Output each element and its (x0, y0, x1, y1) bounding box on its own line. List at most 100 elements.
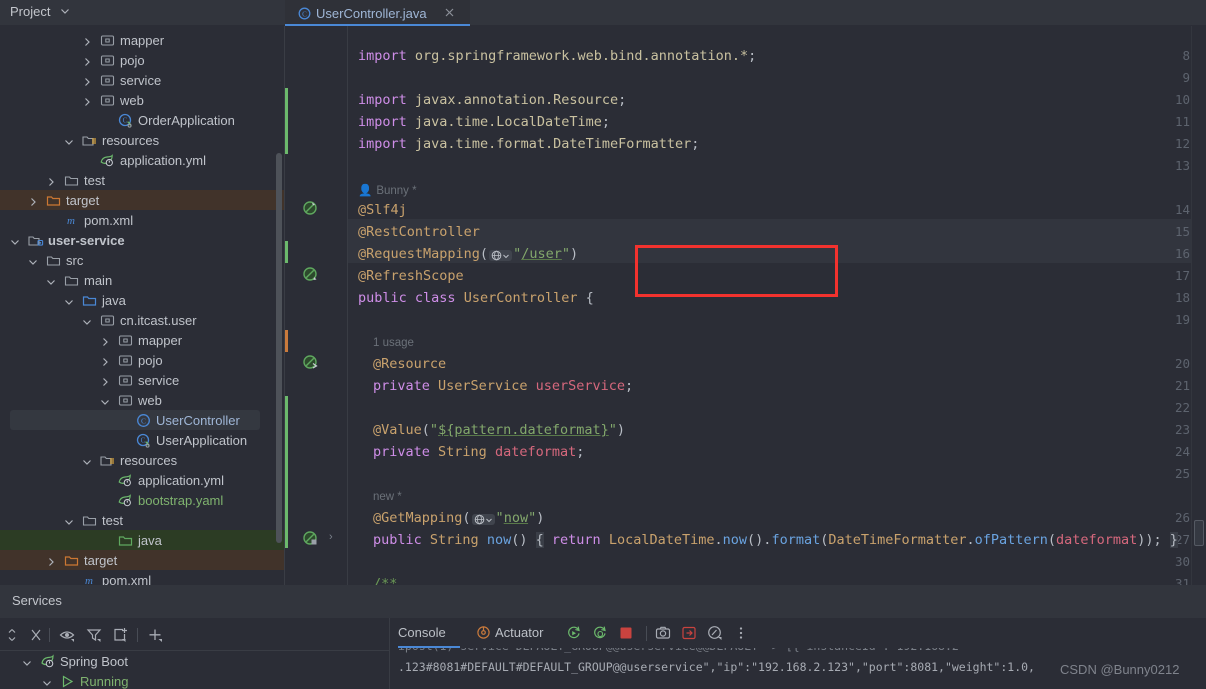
chevron-right-icon[interactable] (82, 35, 92, 46)
tree-item-userapplication[interactable]: C UserApplication (0, 430, 285, 450)
run-icon (60, 674, 75, 689)
code-line[interactable]: import javax.annotation.Resource; (358, 92, 626, 108)
editor-tab-usercontroller[interactable]: C UserController.java (285, 0, 470, 26)
tree-item-cn-itcast-user[interactable]: cn.itcast.user (0, 310, 285, 330)
tab-actuator[interactable]: Actuator (495, 625, 543, 640)
tree-item-main[interactable]: main (0, 270, 285, 290)
tree-item-usercontroller[interactable]: C UserController (10, 410, 260, 430)
chevron-right-icon[interactable] (46, 175, 56, 186)
project-menu-label[interactable]: Project (10, 4, 50, 19)
rerun-icon[interactable] (566, 625, 582, 641)
code-content[interactable]: 8 import org.springframework.web.bind.ann… (285, 26, 1206, 585)
tree-item-target[interactable]: target (0, 190, 285, 210)
code-editor[interactable]: › 8 import org.springframework.web.bind.a… (285, 26, 1206, 585)
code-line[interactable]: @Value("${pattern.dateformat}") (373, 422, 625, 438)
tree-item-pojo[interactable]: pojo (0, 50, 285, 70)
code-line[interactable]: import org.springframework.web.bind.anno… (358, 48, 756, 64)
tree-item-mapper[interactable]: mapper (0, 30, 285, 50)
tree-item-mapper[interactable]: mapper (0, 330, 285, 350)
show-icon[interactable] (59, 627, 75, 643)
console-output-line: ipost(1) service DEFAULT_GROUP@@userserv… (398, 648, 959, 653)
chevron-right-icon[interactable] (100, 355, 110, 366)
chevron-down-icon[interactable] (64, 515, 74, 525)
tree-item-test[interactable]: test (0, 170, 285, 190)
chevron-down-icon[interactable] (28, 255, 38, 265)
close-all-icon[interactable] (28, 627, 44, 643)
services-toolbar[interactable] (0, 618, 390, 651)
project-tree-panel[interactable]: mapper pojo service web C OrderApplication res… (0, 26, 285, 585)
services-tree[interactable]: Spring Boot Running (0, 651, 390, 689)
tree-item-java[interactable]: java (0, 530, 285, 550)
tree-item-user-service[interactable]: user-service (0, 230, 285, 250)
service-node-running[interactable]: Running (0, 671, 390, 689)
screenshot-icon[interactable] (655, 625, 671, 641)
chevron-down-icon[interactable] (82, 455, 92, 465)
tree-item-target[interactable]: target (0, 550, 285, 570)
tree-item-pojo[interactable]: pojo (0, 350, 285, 370)
tab-console[interactable]: Console (398, 625, 446, 640)
code-line[interactable]: @GetMapping("now") (373, 510, 544, 526)
web-endpoint-inlay-icon[interactable] (471, 514, 495, 525)
more-options-icon[interactable] (733, 625, 749, 641)
chevron-down-icon[interactable] (64, 135, 74, 145)
tree-item-service[interactable]: service (0, 70, 285, 90)
project-tree-scrollbar[interactable] (276, 153, 282, 543)
tree-item-label: web (138, 392, 162, 408)
tree-item-pom-xml[interactable]: m pom.xml (0, 210, 285, 230)
close-icon[interactable] (444, 6, 456, 18)
tree-item-bootstrap-yaml[interactable]: bootstrap.yaml (0, 490, 285, 510)
tree-item-java[interactable]: java (0, 290, 285, 310)
code-line[interactable]: private String dateformat; (373, 444, 584, 460)
filter-icon[interactable] (86, 627, 102, 643)
chevron-right-icon[interactable] (82, 75, 92, 86)
chevron-down-icon[interactable] (46, 275, 56, 285)
chevron-down-icon[interactable] (64, 295, 74, 305)
chevron-right-icon[interactable] (100, 375, 110, 386)
dashboard-icon[interactable] (707, 625, 723, 641)
code-line[interactable]: /** (373, 576, 397, 585)
code-line[interactable]: import java.time.LocalDateTime; (358, 114, 610, 130)
service-node-spring-boot[interactable]: Spring Boot (0, 651, 390, 671)
code-line[interactable]: @RefreshScope (358, 268, 464, 284)
tree-item-web[interactable]: web (0, 390, 285, 410)
code-line[interactable]: @RestController (358, 224, 480, 240)
tree-item-service[interactable]: service (0, 370, 285, 390)
code-line[interactable]: public String now() { return LocalDateTi… (373, 532, 1178, 548)
web-endpoint-inlay-icon[interactable] (489, 250, 513, 261)
export-icon[interactable] (681, 625, 697, 641)
code-line[interactable]: @Resource (373, 356, 446, 372)
tree-item-test[interactable]: test (0, 510, 285, 530)
stop-icon[interactable] (618, 625, 634, 641)
tree-item-label: application.yml (138, 472, 224, 488)
editor-marker-bar[interactable] (1192, 26, 1206, 585)
expand-collapse-icon[interactable] (4, 627, 20, 643)
tree-item-pom-xml[interactable]: m pom.xml (0, 570, 285, 586)
chevron-right-icon[interactable] (82, 55, 92, 66)
tree-item-orderapplication[interactable]: C OrderApplication (0, 110, 285, 130)
code-line[interactable]: public class UserController { (358, 290, 594, 306)
code-line[interactable]: @RequestMapping("/user") (358, 246, 578, 262)
chevron-down-icon[interactable] (60, 6, 70, 16)
code-line[interactable]: private UserService userService; (373, 378, 633, 394)
chevron-right-icon[interactable] (46, 555, 56, 566)
tree-item-application-yml[interactable]: application.yml (0, 150, 285, 170)
code-line[interactable]: import java.time.format.DateTimeFormatte… (358, 136, 699, 152)
editor-scrollbar-thumb[interactable] (1194, 520, 1204, 546)
tree-item-resources[interactable]: resources (0, 450, 285, 470)
chevron-right-icon[interactable] (82, 95, 92, 106)
chevron-down-icon[interactable] (42, 676, 52, 686)
tree-item-resources[interactable]: resources (0, 130, 285, 150)
chevron-down-icon[interactable] (100, 395, 110, 405)
chevron-down-icon[interactable] (82, 315, 92, 325)
code-line[interactable]: @Slf4j (358, 202, 407, 218)
chevron-down-icon[interactable] (22, 656, 32, 666)
tree-item-src[interactable]: src (0, 250, 285, 270)
chevron-right-icon[interactable] (28, 195, 38, 206)
add-icon[interactable] (147, 627, 163, 643)
add-tab-icon[interactable] (112, 627, 128, 643)
tree-item-application-yml[interactable]: application.yml (0, 470, 285, 490)
tree-item-web[interactable]: web (0, 90, 285, 110)
debug-rerun-icon[interactable] (592, 625, 608, 641)
chevron-down-icon[interactable] (10, 235, 20, 245)
chevron-right-icon[interactable] (100, 335, 110, 346)
